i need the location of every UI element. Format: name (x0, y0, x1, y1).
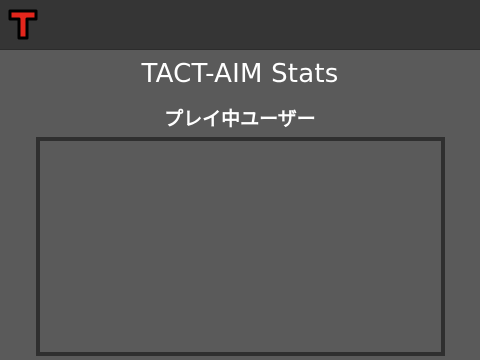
t-logo-graphic (8, 9, 38, 40)
playing-users-heading: プレイ中ユーザー (164, 108, 316, 130)
t-logo-icon[interactable] (7, 7, 39, 41)
page-title: TACT-AIM Stats (141, 59, 339, 89)
playing-users-panel (36, 137, 445, 356)
top-bar (0, 0, 480, 50)
t-logo-shape (8, 9, 38, 40)
